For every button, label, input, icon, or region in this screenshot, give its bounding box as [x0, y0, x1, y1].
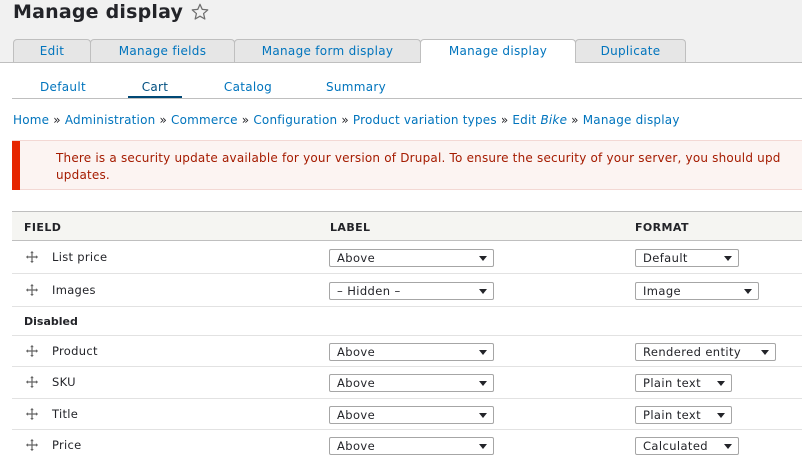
drag-handle-icon[interactable]	[25, 283, 39, 297]
breadcrumb-separator: »	[571, 113, 579, 127]
chevron-down-icon	[724, 256, 732, 261]
subtab-summary[interactable]: Summary	[316, 78, 396, 98]
breadcrumb-home[interactable]: Home	[13, 113, 49, 127]
breadcrumb-separator: »	[500, 113, 509, 127]
select-value: Above	[337, 345, 376, 359]
label-select[interactable]: Above	[329, 437, 494, 455]
chevron-down-icon	[479, 444, 487, 449]
column-header-label: LABEL	[330, 221, 371, 234]
chevron-down-icon	[717, 413, 725, 418]
chevron-down-icon	[724, 444, 732, 449]
breadcrumb-edit-label: Edit	[512, 113, 537, 127]
table-row: Price Above Calculated	[12, 430, 802, 457]
drag-handle-icon[interactable]	[25, 250, 39, 264]
subtab-default[interactable]: Default	[22, 78, 104, 98]
chevron-down-icon	[761, 350, 769, 355]
field-name: List price	[52, 250, 108, 264]
subtab-cart[interactable]: Cart	[128, 78, 182, 98]
select-value: Calculated	[643, 439, 709, 453]
tab-manage-fields[interactable]: Manage fields	[90, 39, 235, 62]
chevron-down-icon	[479, 256, 487, 261]
breadcrumb-product-variation-types[interactable]: Product variation types	[353, 113, 497, 127]
tab-manage-display[interactable]: Manage display	[420, 39, 576, 63]
chevron-down-icon	[479, 350, 487, 355]
select-value: Default	[643, 251, 688, 265]
select-value: Above	[337, 408, 376, 422]
table-row: SKU Above Plain text	[12, 367, 802, 399]
chevron-down-icon	[479, 413, 487, 418]
label-select[interactable]: Above	[329, 343, 494, 361]
subtabs-divider	[12, 98, 802, 99]
label-select[interactable]: – Hidden –	[329, 282, 494, 300]
field-name: SKU	[52, 375, 76, 389]
field-name: Price	[52, 438, 82, 452]
drag-handle-icon[interactable]	[25, 375, 39, 389]
select-value: Above	[337, 439, 376, 453]
chevron-down-icon	[479, 289, 487, 294]
field-name: Product	[52, 344, 98, 358]
drag-handle-icon[interactable]	[25, 407, 39, 421]
region-row-disabled: Disabled	[12, 307, 802, 336]
tab-duplicate[interactable]: Duplicate	[575, 39, 686, 62]
column-header-field: FIELD	[24, 221, 62, 234]
table-row: Images – Hidden – Image	[12, 274, 802, 307]
breadcrumb-separator: »	[341, 113, 349, 127]
format-select[interactable]: Plain text	[635, 374, 732, 392]
select-value: Rendered entity	[643, 345, 742, 359]
chevron-down-icon	[717, 381, 725, 386]
subtab-catalog[interactable]: Catalog	[210, 78, 286, 98]
select-value: Image	[643, 284, 682, 298]
breadcrumb-administration[interactable]: Administration	[65, 113, 156, 127]
tab-edit[interactable]: Edit	[13, 39, 91, 62]
format-select[interactable]: Rendered entity	[635, 343, 776, 361]
breadcrumb-separator: »	[159, 113, 167, 127]
select-value: Plain text	[643, 408, 702, 422]
security-update-message: There is a security update available for…	[12, 140, 802, 190]
message-text: There is a security update available for…	[56, 150, 802, 184]
region-title: Disabled	[24, 315, 78, 328]
select-value: Above	[337, 251, 376, 265]
drag-handle-icon[interactable]	[25, 344, 39, 358]
breadcrumb-edit-bike[interactable]: Edit Bike	[512, 113, 567, 127]
table-row: Product Above Rendered entity	[12, 336, 802, 367]
page-header: Manage display Edit Manage fields Manage…	[0, 0, 802, 63]
label-select[interactable]: Above	[329, 374, 494, 392]
message-line-2: updates.	[56, 168, 110, 182]
chevron-down-icon	[479, 381, 487, 386]
table-header: FIELD LABEL FORMAT	[12, 211, 802, 241]
error-indicator-bar	[12, 141, 20, 190]
breadcrumb-commerce[interactable]: Commerce	[171, 113, 238, 127]
column-header-format: FORMAT	[635, 221, 689, 234]
format-select[interactable]: Plain text	[635, 406, 732, 424]
breadcrumb-separator: »	[241, 113, 250, 127]
select-value: Plain text	[643, 376, 702, 390]
chevron-down-icon	[744, 289, 752, 294]
field-name: Title	[52, 407, 79, 421]
breadcrumb-configuration[interactable]: Configuration	[253, 113, 337, 127]
table-row: Title Above Plain text	[12, 399, 802, 430]
select-value: – Hidden –	[337, 284, 401, 298]
drag-handle-icon[interactable]	[25, 438, 39, 452]
label-select[interactable]: Above	[329, 406, 494, 424]
breadcrumb-manage-display[interactable]: Manage display	[583, 113, 680, 127]
format-select[interactable]: Image	[635, 282, 759, 300]
select-value: Above	[337, 376, 376, 390]
breadcrumb-bike-label: Bike	[540, 113, 568, 127]
format-select[interactable]: Default	[635, 249, 739, 267]
table-row: List price Above Default	[12, 241, 802, 274]
format-select[interactable]: Calculated	[635, 437, 739, 455]
breadcrumb-separator: »	[53, 113, 61, 127]
page-title: Manage display	[13, 1, 184, 23]
field-name: Images	[52, 283, 96, 297]
message-line-1: There is a security update available for…	[56, 151, 781, 165]
label-select[interactable]: Above	[329, 249, 494, 267]
breadcrumb: Home » Administration » Commerce » Confi…	[13, 113, 680, 127]
tab-manage-form-display[interactable]: Manage form display	[234, 39, 421, 62]
star-outline-icon[interactable]	[190, 2, 210, 22]
